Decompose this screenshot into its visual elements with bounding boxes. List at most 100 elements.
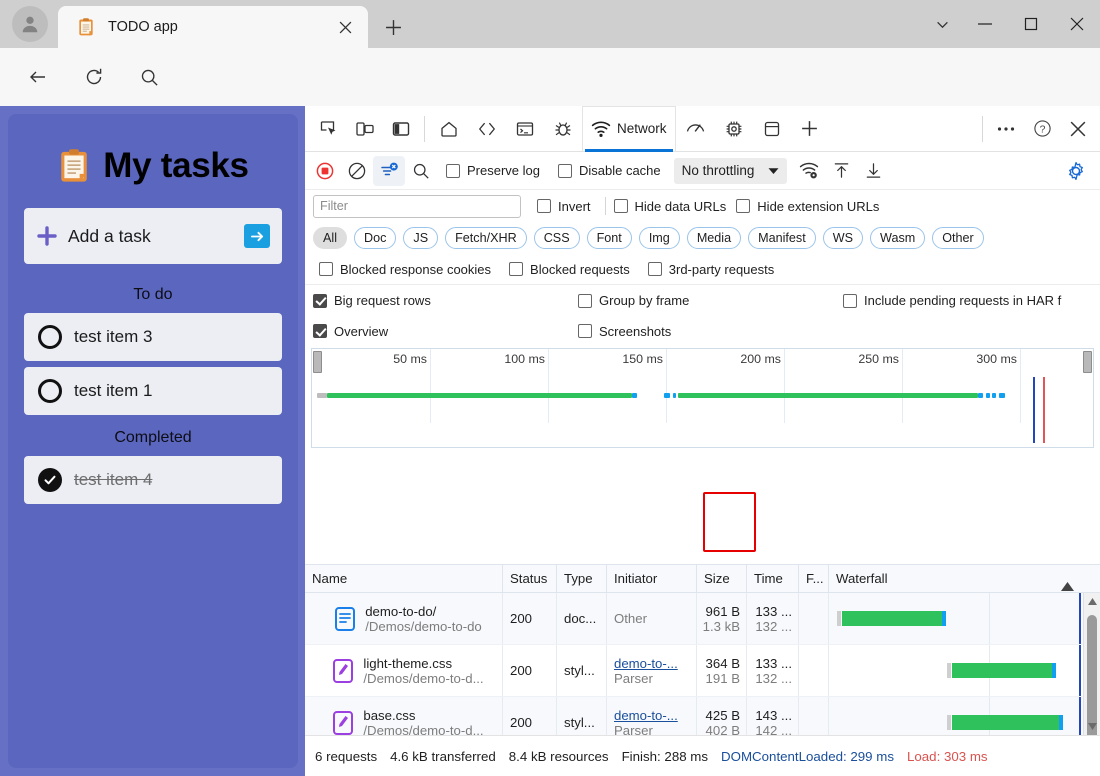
scroll-up-arrow-icon[interactable] [1084,593,1100,610]
add-devtools-tab-button[interactable] [791,106,828,152]
network-overview-timeline[interactable]: 50 ms 100 ms 150 ms 200 ms 250 ms 300 ms [311,348,1094,448]
column-header-waterfall[interactable]: Waterfall [829,564,1100,593]
type-filter-css[interactable]: CSS [533,227,580,249]
tab-console[interactable] [506,106,544,152]
type-filter-media[interactable]: Media [686,227,742,249]
scroll-down-arrow-icon[interactable] [1084,718,1100,735]
type-filter-font[interactable]: Font [586,227,632,249]
column-header-initiator[interactable]: Initiator [607,564,697,593]
network-settings-gear-icon[interactable] [1060,156,1092,186]
blocked-response-cookies-checkbox[interactable]: Blocked response cookies [319,262,491,277]
type-filter-js[interactable]: JS [403,227,439,249]
reload-icon[interactable] [78,61,110,93]
type-filter-manifest[interactable]: Manifest [748,227,816,249]
device-emulation-icon[interactable] [347,112,383,146]
overview-left-grip[interactable] [313,351,322,373]
hide-data-urls-checkbox[interactable]: Hide data URLs [613,199,726,214]
record-icon[interactable] [309,156,341,186]
task-checkbox-checked-icon[interactable] [38,468,62,492]
task-item[interactable]: test item 4 [24,456,282,504]
third-party-requests-checkbox[interactable]: 3rd-party requests [647,262,774,277]
big-request-rows-checkbox[interactable]: Big request rows [313,293,578,308]
task-item[interactable]: test item 3 [24,313,282,361]
type-filter-wasm[interactable]: Wasm [870,227,926,249]
add-task-submit-button[interactable] [244,224,270,248]
throttling-dropdown[interactable]: No throttling [673,157,788,184]
column-header-status[interactable]: Status [503,564,557,593]
disable-cache-checkbox[interactable]: Disable cache [557,163,661,178]
group-by-frame-label: Group by frame [599,293,690,308]
request-initiator-link[interactable]: demo-to-... [614,656,696,671]
help-icon[interactable]: ? [1024,112,1060,146]
network-toolbar: Preserve log Disable cache No throttling [305,152,1100,190]
table-vertical-scrollbar[interactable] [1083,593,1100,745]
browser-tab[interactable]: TODO app [58,6,368,48]
type-filter-fetch-xhr[interactable]: Fetch/XHR [445,227,527,249]
task-item[interactable]: test item 1 [24,367,282,415]
table-row[interactable]: light-theme.css /Demos/demo-to-d... 200 … [305,645,1100,697]
column-header-time[interactable]: Time [747,564,799,593]
dock-side-icon[interactable] [383,112,419,146]
type-filter-ws[interactable]: WS [822,227,864,249]
search-icon[interactable] [133,61,165,93]
tab-elements[interactable] [468,106,506,152]
add-task-label: Add a task [68,225,151,246]
tab-network[interactable]: Network [582,105,676,152]
request-initiator-link[interactable]: demo-to-... [614,708,696,723]
invert-checkbox[interactable]: Invert [537,199,591,214]
type-filter-doc[interactable]: Doc [354,227,397,249]
column-header-type[interactable]: Type [557,564,607,593]
filter-input[interactable]: Filter [313,194,521,218]
search-icon[interactable] [405,156,437,186]
chevron-down-icon[interactable] [922,0,962,48]
filter-icon[interactable] [373,155,405,186]
inspect-element-icon[interactable] [311,112,347,146]
task-label: test item 3 [74,327,153,346]
request-type: styl... [557,697,607,735]
memory-icon [726,121,741,136]
network-conditions-icon[interactable] [793,156,825,186]
clear-icon[interactable] [341,156,373,186]
blocked-requests-checkbox[interactable]: Blocked requests [509,262,630,277]
tab-home[interactable] [430,106,468,152]
column-header-f[interactable]: F... [799,564,829,593]
column-header-size[interactable]: Size [697,564,747,593]
tab-application[interactable] [753,106,791,152]
new-tab-button[interactable] [378,12,408,42]
tab-performance[interactable] [676,106,715,152]
request-type: doc... [557,593,607,644]
type-filter-img[interactable]: Img [638,227,680,249]
table-row[interactable]: demo-to-do/ /Demos/demo-to-do 200 doc...… [305,593,1100,645]
view-options-row-1: Big request rows Group by frame Include … [305,284,1100,316]
network-status-bar: 6 requests 4.6 kB transferred 8.4 kB res… [305,735,1100,776]
maximize-icon[interactable] [1008,0,1054,48]
type-filter-other[interactable]: Other [932,227,984,249]
group-by-frame-checkbox[interactable]: Group by frame [578,293,843,308]
page-title: My tasks [103,146,249,185]
profile-avatar[interactable] [12,6,48,42]
overview-right-grip[interactable] [1083,351,1092,373]
minimize-icon[interactable] [962,0,1008,48]
hide-extension-urls-checkbox[interactable]: Hide extension URLs [736,199,879,214]
devtools-more-ellipsis-icon[interactable] [988,112,1024,146]
tab-close-icon[interactable] [332,14,358,40]
add-task-input[interactable]: Add a task [24,208,282,264]
export-har-download-icon[interactable] [857,156,889,186]
back-arrow-icon[interactable] [22,61,54,93]
tab-sources-debugger[interactable] [544,106,582,152]
table-row[interactable]: base.css /Demos/demo-to-d... 200 styl...… [305,697,1100,735]
overview-checkbox[interactable]: Overview [313,324,578,339]
preserve-log-checkbox[interactable]: Preserve log [446,163,540,178]
type-filter-all[interactable]: All [313,227,347,249]
window-close-icon[interactable] [1054,0,1100,48]
column-header-name[interactable]: Name [305,564,503,593]
import-har-upload-icon[interactable] [825,156,857,186]
checkbox-box [613,199,628,213]
task-checkbox-unchecked-icon[interactable] [38,379,62,403]
include-pending-requests-checkbox[interactable]: Include pending requests in HAR f [843,293,1061,308]
devtools-close-icon[interactable] [1060,112,1096,146]
screenshots-checkbox[interactable]: Screenshots [578,324,671,339]
status-resources: 8.4 kB resources [508,748,609,764]
task-checkbox-unchecked-icon[interactable] [38,325,62,349]
tab-memory[interactable] [715,106,753,152]
